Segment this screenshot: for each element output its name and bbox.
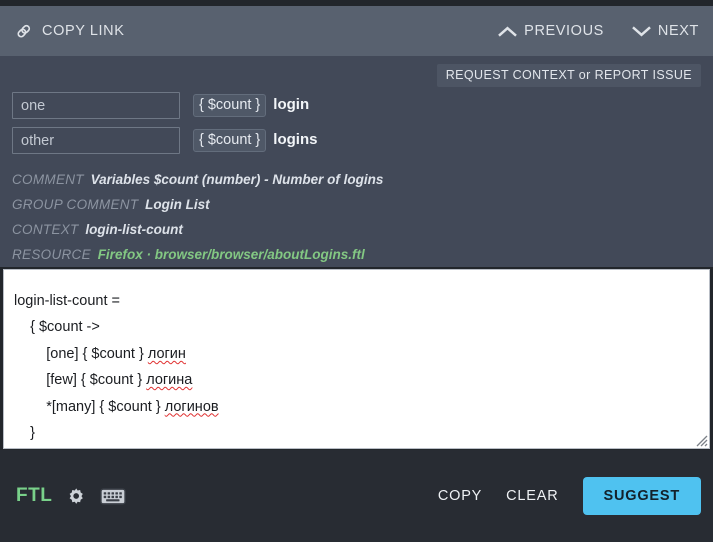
metadata-row-resource: RESOURCE Firefox · browser/browser/about…	[12, 242, 701, 267]
chevron-down-icon	[632, 25, 651, 38]
code-token: *[many] { $count }	[46, 398, 165, 415]
toolbar-left-group: FTL	[16, 485, 127, 507]
code-token: { $count ->	[30, 319, 100, 336]
keyboard-icon[interactable]	[100, 487, 127, 506]
misspelled-word: логинов	[164, 398, 219, 415]
format-badge-ftl[interactable]: FTL	[16, 485, 52, 507]
plural-source-text: logins	[273, 130, 318, 148]
chevron-up-icon	[498, 25, 518, 38]
source-string-panel: REQUEST CONTEXT or REPORT ISSUE { $count…	[0, 56, 713, 267]
translation-editor[interactable]: login-list-count = { $count -> [one] { $…	[3, 269, 710, 449]
clear-button[interactable]: CLEAR	[506, 488, 558, 504]
plural-row: { $count } login	[12, 92, 701, 119]
next-button[interactable]: NEXT	[632, 23, 699, 39]
copy-link-button[interactable]: COPY LINK	[14, 22, 125, 41]
metadata-label: RESOURCE	[12, 247, 91, 262]
plural-source-value-other: { $count } logins	[193, 128, 318, 153]
plural-source-text: login	[273, 95, 310, 113]
toolbar-right-group: COPY CLEAR SUGGEST	[438, 477, 701, 515]
plural-category-input-other[interactable]	[12, 127, 180, 154]
metadata-value: Login List	[145, 197, 210, 212]
copy-link-label: COPY LINK	[42, 23, 125, 39]
count-placeholder-chip: { $count }	[193, 128, 267, 153]
plural-row: { $count } logins	[12, 127, 701, 154]
copy-button[interactable]: COPY	[438, 488, 482, 504]
metadata-value: login-list-count	[85, 222, 183, 237]
code-token: [one] { $count }	[46, 345, 148, 362]
link-icon	[14, 22, 33, 41]
misspelled-word: логин	[147, 345, 186, 362]
code-token: login-list-count =	[14, 293, 120, 309]
previous-label: PREVIOUS	[524, 23, 604, 39]
code-line: { $count ->	[14, 314, 709, 340]
plural-forms-list: { $count } login { $count } logins	[12, 92, 701, 154]
metadata-row-group-comment: GROUP COMMENT Login List	[12, 192, 701, 217]
code-line: login-list-count =	[14, 288, 709, 314]
misspelled-word: логина	[146, 372, 193, 389]
code-token: [few] { $count }	[46, 372, 147, 389]
code-line: }	[14, 420, 709, 446]
string-metadata-list: COMMENT Variables $count (number) - Numb…	[12, 167, 701, 267]
metadata-label: GROUP COMMENT	[12, 197, 139, 212]
previous-button[interactable]: PREVIOUS	[498, 23, 604, 39]
next-label: NEXT	[657, 23, 699, 39]
plural-source-value-one: { $count } login	[193, 93, 310, 118]
metadata-row-context: CONTEXT login-list-count	[12, 217, 701, 242]
metadata-label: COMMENT	[12, 172, 84, 187]
header-bar: COPY LINK PREVIOUS NEXT	[0, 6, 713, 56]
code-line: [one] { $count } логин	[14, 341, 709, 367]
editor-resize-handle[interactable]	[694, 433, 708, 447]
metadata-label: CONTEXT	[12, 222, 79, 237]
translation-editor-wrapper: login-list-count = { $count -> [one] { $…	[0, 267, 713, 450]
metadata-value-resource[interactable]: Firefox · browser/browser/aboutLogins.ft…	[98, 247, 365, 262]
translation-code-text[interactable]: login-list-count = { $count -> [one] { $…	[4, 270, 709, 446]
code-token: }	[30, 425, 35, 442]
gear-icon[interactable]	[65, 485, 87, 507]
suggest-button[interactable]: SUGGEST	[582, 477, 701, 515]
code-line: [few] { $count } логина	[14, 367, 709, 393]
metadata-value: Variables $count (number) - Number of lo…	[90, 172, 384, 187]
editor-toolbar: FTL COPY CLEAR SUGGEST	[0, 450, 713, 542]
request-context-report-issue-button[interactable]: REQUEST CONTEXT or REPORT ISSUE	[436, 64, 701, 87]
plural-category-input-one[interactable]	[12, 92, 180, 119]
count-placeholder-chip: { $count }	[193, 93, 267, 118]
string-editor-window: COPY LINK PREVIOUS NEXT REQUEST CONTEXT …	[0, 0, 713, 542]
metadata-row-comment: COMMENT Variables $count (number) - Numb…	[12, 167, 701, 192]
code-line: *[many] { $count } логинов	[14, 394, 709, 420]
header-nav-actions: PREVIOUS NEXT	[498, 23, 699, 39]
